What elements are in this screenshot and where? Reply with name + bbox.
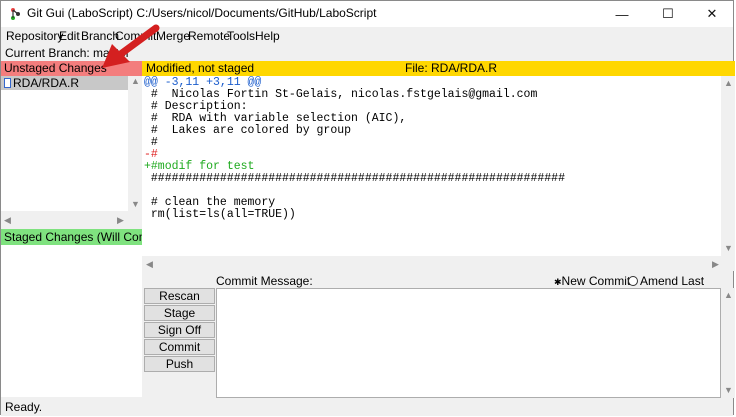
staged-changes-header: Staged Changes (Will Commit): [1, 229, 142, 245]
commit-vscrollbar[interactable]: ▲ ▼: [721, 288, 735, 398]
new-commit-label: New Commit: [561, 274, 631, 288]
diff-line: ########################################…: [144, 172, 565, 185]
file-icon[interactable]: [4, 78, 11, 88]
menu-edit[interactable]: Edit: [59, 29, 80, 43]
rescan-button[interactable]: Rescan: [144, 288, 215, 304]
scroll-down-icon[interactable]: ▼: [131, 199, 140, 209]
menu-tools[interactable]: Tools: [227, 29, 255, 43]
menu-remote[interactable]: Remote: [188, 29, 230, 43]
diff-header: Modified, not staged File: RDA/RDA.R: [142, 61, 735, 76]
menu-help[interactable]: Help: [255, 29, 280, 43]
window-title: Git Gui (LaboScript) C:/Users/nicol/Docu…: [27, 6, 377, 20]
scroll-right-icon[interactable]: ▶: [712, 259, 719, 270]
scroll-up-icon[interactable]: ▲: [724, 78, 733, 88]
maximize-button[interactable]: ☐: [645, 1, 691, 27]
status-text: Ready.: [5, 400, 43, 414]
radio-unselected-icon: [628, 276, 638, 286]
close-button[interactable]: ✕: [689, 1, 735, 27]
scroll-left-icon[interactable]: ◀: [146, 259, 153, 270]
unstaged-scrollbar[interactable]: ▲ ▼: [128, 76, 142, 211]
diff-line: # Lakes are colored by group: [144, 124, 352, 137]
diff-vscrollbar[interactable]: ▲ ▼: [721, 76, 735, 256]
scroll-down-icon[interactable]: ▼: [724, 243, 733, 253]
push-button[interactable]: Push: [144, 356, 215, 372]
scroll-down-icon[interactable]: ▼: [724, 385, 733, 395]
scroll-left-icon[interactable]: ◀: [4, 215, 11, 226]
commit-message-input[interactable]: [216, 288, 721, 398]
scroll-up-icon[interactable]: ▲: [724, 290, 733, 300]
unstaged-file-item[interactable]: RDA/RDA.R: [1, 76, 128, 90]
new-commit-radio[interactable]: ✱New Commit: [554, 274, 630, 288]
scroll-right-icon[interactable]: ▶: [117, 215, 124, 226]
sign-off-button[interactable]: Sign Off: [144, 322, 215, 338]
diff-file: File: RDA/RDA.R: [405, 61, 498, 75]
annotation-arrow-icon: [102, 24, 160, 68]
diff-viewer[interactable]: @@ -3,11 +3,11 @@ # Nicolas Fortin St-Ge…: [142, 76, 735, 256]
file-lists-pane: Unstaged Changes RDA/RDA.R ▲ ▼ ◀ ▶ Stage…: [1, 61, 142, 397]
commit-message-label: Commit Message:: [216, 274, 313, 288]
menu-repository[interactable]: Repository: [6, 29, 63, 43]
commit-button[interactable]: Commit: [144, 339, 215, 355]
git-gui-app-icon: [11, 8, 20, 20]
unstaged-hscrollbar[interactable]: ◀ ▶: [1, 211, 142, 229]
radio-selected-icon: ✱: [554, 277, 562, 287]
file-name: RDA/RDA.R: [13, 76, 80, 90]
status-bar: Ready.: [1, 398, 733, 416]
diff-status: Modified, not staged: [146, 61, 255, 75]
diff-hscrollbar[interactable]: ◀ ▶: [142, 256, 735, 271]
scroll-up-icon[interactable]: ▲: [131, 76, 140, 86]
minimize-button[interactable]: —: [599, 1, 645, 27]
stage-changed-button[interactable]: Stage Changed: [144, 305, 215, 334]
diff-line: rm(list=ls(all=TRUE)): [144, 208, 296, 221]
